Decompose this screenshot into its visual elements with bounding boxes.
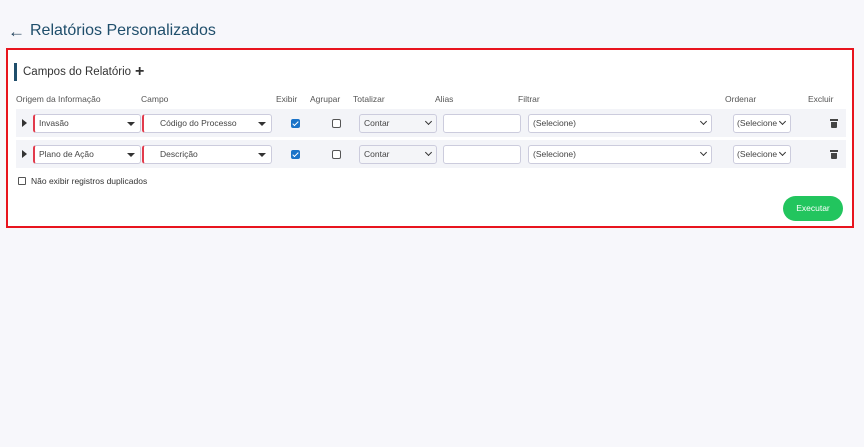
show-checkbox[interactable] xyxy=(291,150,300,159)
trash-lid xyxy=(830,119,838,121)
chevron-down-icon xyxy=(424,117,433,126)
group-checkbox[interactable] xyxy=(332,150,341,159)
caret-down-icon xyxy=(127,153,135,157)
column-header-filtrar: Filtrar xyxy=(518,94,540,104)
order-select-value: (Selecione xyxy=(737,149,778,159)
trash-icon[interactable] xyxy=(830,150,838,159)
chevron-down-icon xyxy=(778,117,787,126)
total-select[interactable]: Contar xyxy=(359,145,437,164)
field-row: Plano de Ação Descrição Contar (Selecion… xyxy=(16,140,846,168)
field-select-value: Código do Processo xyxy=(160,118,237,128)
order-select[interactable]: (Selecione xyxy=(733,114,791,133)
page-header: ← Relatórios Personalizados xyxy=(8,22,216,40)
chevron-down-icon xyxy=(699,117,708,126)
total-select-value: Contar xyxy=(364,149,390,159)
filter-select[interactable]: (Selecione) xyxy=(528,114,712,133)
chevron-down-icon xyxy=(778,148,787,157)
origin-select[interactable]: Plano de Ação xyxy=(33,145,141,164)
filter-select-value: (Selecione) xyxy=(533,118,576,128)
trash-icon[interactable] xyxy=(830,119,838,128)
section-header: Campos do Relatório + xyxy=(14,63,144,81)
column-header-origem: Origem da Informação xyxy=(16,94,101,104)
column-header-agrupar: Agrupar xyxy=(310,94,341,104)
trash-bin xyxy=(831,121,837,128)
column-header-totalizar: Totalizar xyxy=(353,94,385,104)
trash-lid xyxy=(830,150,838,152)
no-duplicates-option[interactable]: Não exibir registros duplicados xyxy=(18,176,147,186)
total-select-value: Contar xyxy=(364,118,390,128)
caret-down-icon xyxy=(258,122,266,126)
field-select[interactable]: Código do Processo xyxy=(142,114,272,133)
show-checkbox[interactable] xyxy=(291,119,300,128)
arrow-left-icon[interactable]: ← xyxy=(8,23,25,40)
expand-caret-icon[interactable] xyxy=(22,119,27,127)
chevron-down-icon xyxy=(699,148,708,157)
column-header-excluir: Excluir xyxy=(808,94,834,104)
no-duplicates-label: Não exibir registros duplicados xyxy=(31,176,148,186)
chevron-down-icon xyxy=(424,148,433,157)
report-fields-panel: Campos do Relatório + Origem da Informaç… xyxy=(6,48,854,228)
caret-down-icon xyxy=(127,122,135,126)
alias-input[interactable] xyxy=(443,114,521,133)
alias-input[interactable] xyxy=(443,145,521,164)
expand-caret-icon[interactable] xyxy=(22,150,27,158)
section-title: Campos do Relatório xyxy=(23,66,132,78)
origin-select[interactable]: Invasão xyxy=(33,114,141,133)
page-title: Relatórios Personalizados xyxy=(30,22,216,39)
column-header-ordenar: Ordenar xyxy=(725,94,757,104)
group-checkbox[interactable] xyxy=(332,119,341,128)
order-select[interactable]: (Selecione xyxy=(733,145,791,164)
column-header-alias: Alias xyxy=(435,94,454,104)
caret-down-icon xyxy=(258,153,266,157)
execute-button[interactable]: Executar xyxy=(783,196,843,221)
filter-select-value: (Selecione) xyxy=(533,149,576,159)
field-row: Invasão Código do Processo Contar (Selec… xyxy=(16,109,846,137)
add-field-button[interactable]: + xyxy=(135,64,144,80)
section-accent-bar xyxy=(14,63,17,81)
no-duplicates-checkbox[interactable] xyxy=(18,177,26,185)
column-header-campo: Campo xyxy=(141,94,169,104)
column-header-exibir: Exibir xyxy=(276,94,298,104)
order-select-value: (Selecione xyxy=(737,118,778,128)
filter-select[interactable]: (Selecione) xyxy=(528,145,712,164)
origin-select-value: Invasão xyxy=(39,118,69,128)
field-select-value: Descrição xyxy=(160,149,198,159)
total-select[interactable]: Contar xyxy=(359,114,437,133)
field-select[interactable]: Descrição xyxy=(142,145,272,164)
trash-bin xyxy=(831,152,837,159)
origin-select-value: Plano de Ação xyxy=(39,149,94,159)
